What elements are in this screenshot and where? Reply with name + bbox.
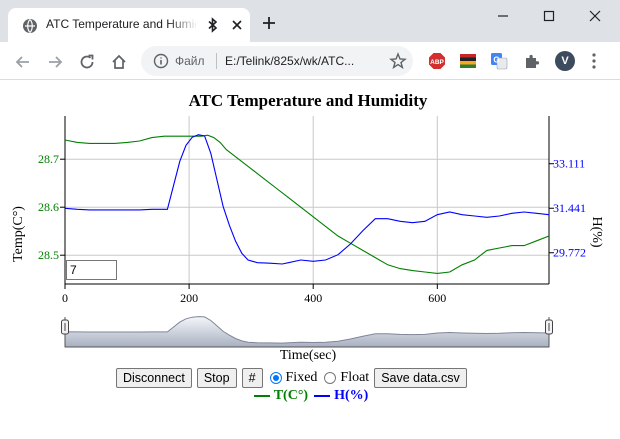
y-axis-left-title: Temp(C°) <box>11 206 26 262</box>
forward-icon[interactable] <box>46 53 64 71</box>
url-text[interactable]: E:/Telink/825x/wk/ATC... <box>225 54 354 68</box>
x-tick-label: 200 <box>180 291 198 305</box>
extension-flag-icon[interactable] <box>459 52 477 70</box>
legend-hum-swatch <box>314 395 331 397</box>
google-translate-icon[interactable]: G <box>490 52 508 70</box>
new-tab-icon[interactable] <box>262 16 276 30</box>
tab-strip: ATC Temperature and Humidity <box>0 0 620 42</box>
globe-icon <box>23 19 37 33</box>
y-axis-right-title: H(%) <box>589 216 604 247</box>
range-selector[interactable] <box>61 316 553 348</box>
chart-legend: T(C°) H(%) <box>0 388 616 404</box>
more-menu-icon[interactable] <box>591 52 597 70</box>
legend-temp-label: T(C°) <box>273 388 309 403</box>
disconnect-button[interactable]: Disconnect <box>116 368 192 388</box>
float-radio[interactable] <box>324 372 337 384</box>
info-icon[interactable] <box>153 53 169 69</box>
minimize-icon[interactable] <box>495 8 511 24</box>
fixed-radio-label: Fixed <box>285 370 318 385</box>
profile-avatar[interactable]: V <box>555 51 575 71</box>
y-left-tick-label: 28.6 <box>38 200 59 214</box>
reload-icon[interactable] <box>78 53 96 71</box>
maximize-icon[interactable] <box>541 8 557 24</box>
extensions-puzzle-icon[interactable] <box>523 52 541 70</box>
x-axis-title: Time(sec) <box>279 348 337 363</box>
file-scheme-label: Файл <box>175 54 205 68</box>
bluetooth-icon <box>208 17 218 33</box>
temperature-humidity-chart: 0 200 400 600 28.5 28.6 28.7 29.772 31.441 33.111… <box>11 116 604 348</box>
temperature-series-line <box>64 134 550 274</box>
x-tick-label: 600 <box>428 291 446 305</box>
omnibox-separator <box>216 53 217 69</box>
svg-text:ABP: ABP <box>430 59 444 66</box>
roll-period-input[interactable] <box>66 260 117 280</box>
control-bar: Disconnect Stop # Fixed Float Save data.… <box>116 367 472 389</box>
range-selector-preview <box>64 316 550 348</box>
fixed-radio[interactable] <box>269 372 282 384</box>
close-tab-icon[interactable] <box>230 18 244 32</box>
chart-ticks: 0 200 400 600 28.5 28.6 28.7 29.772 31.441 33.111 <box>38 152 586 305</box>
chart-lines <box>64 134 550 274</box>
tab-title-fade <box>168 14 198 36</box>
legend-temp-swatch <box>253 395 270 397</box>
save-csv-button[interactable]: Save data.csv <box>374 368 467 388</box>
close-window-icon[interactable] <box>587 8 603 24</box>
home-icon[interactable] <box>110 53 128 71</box>
x-tick-label: 0 <box>62 291 68 305</box>
stop-button[interactable]: Stop <box>196 368 237 388</box>
x-tick-label: 400 <box>304 291 322 305</box>
y-right-tick-label: 33.111 <box>553 157 585 171</box>
adblock-plus-icon[interactable]: ABP <box>428 52 446 70</box>
address-bar[interactable]: Файл E:/Telink/825x/wk/ATC... <box>141 46 413 76</box>
grid-toggle-button[interactable]: # <box>241 368 263 388</box>
legend-hum-label: H(%) <box>334 388 369 403</box>
humidity-series-line <box>64 134 550 265</box>
y-left-tick-label: 28.7 <box>38 152 59 166</box>
svg-text:G: G <box>493 56 499 65</box>
back-icon[interactable] <box>14 53 32 71</box>
y-right-tick-label: 31.441 <box>553 201 586 215</box>
browser-tab[interactable]: ATC Temperature and Humidity <box>8 8 250 42</box>
float-radio-label: Float <box>340 370 370 385</box>
y-left-tick-label: 28.5 <box>38 248 59 262</box>
browser-toolbar: Файл E:/Telink/825x/wk/ATC... ABP G V <box>0 42 620 80</box>
y-right-tick-label: 29.772 <box>553 246 586 260</box>
bookmark-star-icon[interactable] <box>389 52 407 70</box>
